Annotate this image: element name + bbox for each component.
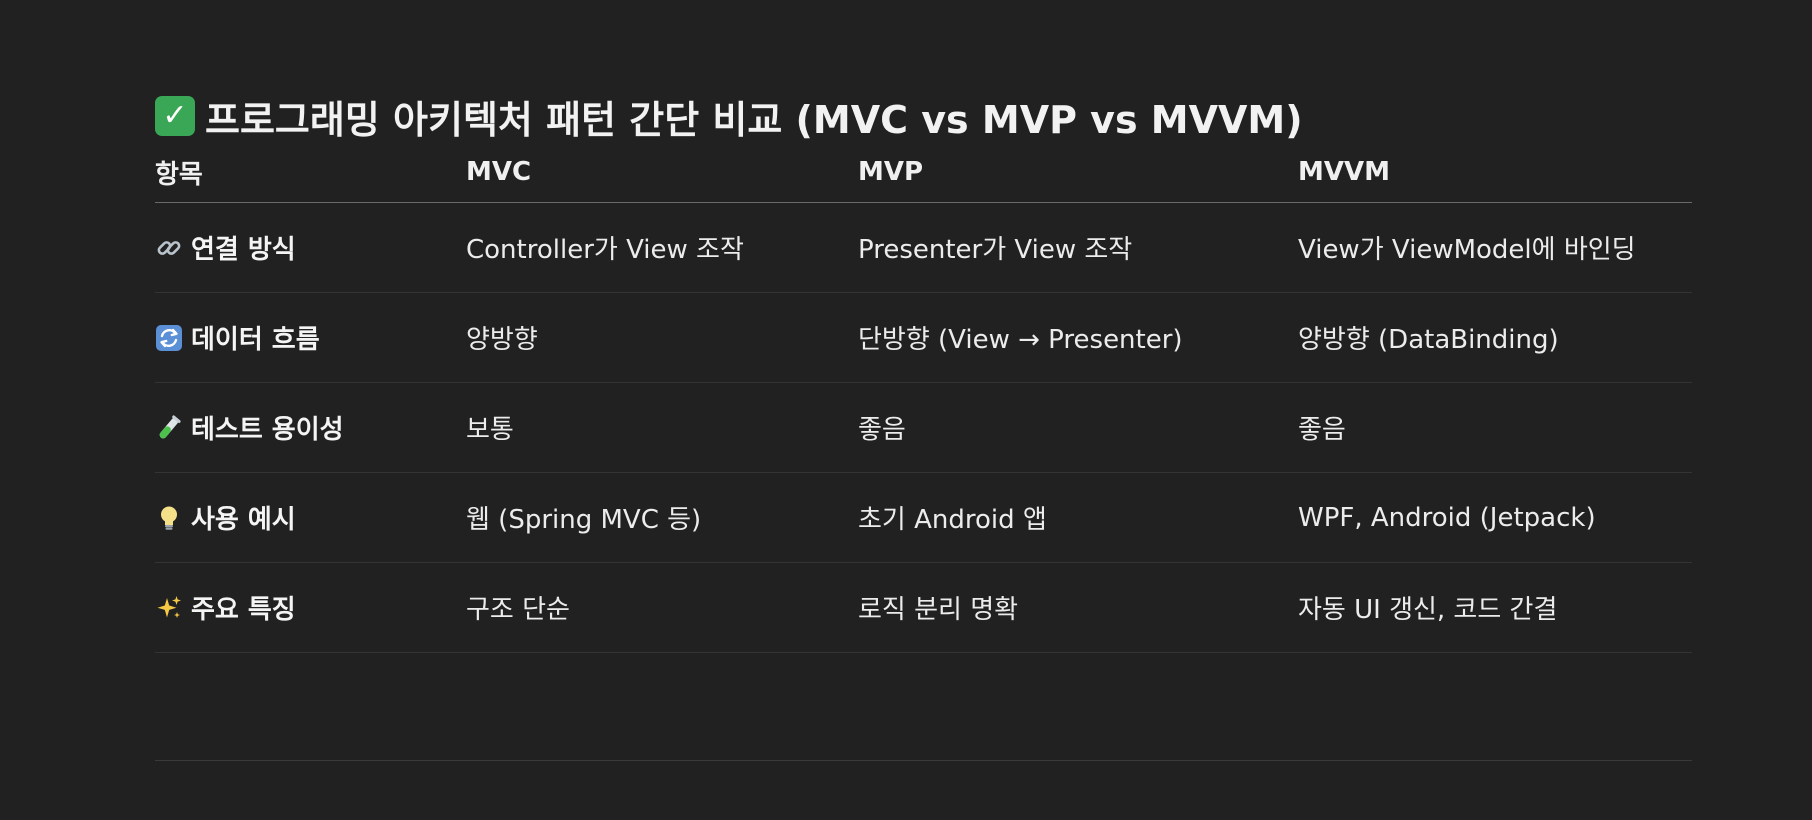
table-row: 사용 예시 웹 (Spring MVC 등) 초기 Android 앱 WPF,… (155, 472, 1692, 563)
row-label: 테스트 용이성 (191, 415, 344, 445)
sparkles-icon (157, 596, 181, 618)
header-mvc: MVC (466, 142, 858, 203)
row-label-cell: 사용 예시 (155, 472, 466, 563)
cell-mvvm: View가 ViewModel에 바인딩 (1298, 202, 1692, 293)
test-tube-icon (159, 415, 181, 439)
page-title-text: 프로그래밍 아키텍처 패턴 간단 비교 (MVC vs MVP vs MVVM) (205, 97, 1303, 142)
row-label-cell: 주요 특징 (155, 562, 466, 653)
cell-mvp: 초기 Android 앱 (858, 472, 1298, 563)
table-row: 테스트 용이성 보통 좋음 좋음 (155, 382, 1692, 473)
cell-mvc: 보통 (466, 382, 858, 473)
cell-mvp: 단방향 (View → Presenter) (858, 292, 1298, 383)
comparison-table: 항목 MVC MVP MVVM 연결 방식 Controller가 View 조… (155, 142, 1692, 653)
row-label: 데이터 흐름 (191, 325, 320, 355)
check-mark-button-icon: ✓ (155, 96, 195, 137)
table-header-row: 항목 MVC MVP MVVM (155, 142, 1692, 203)
cell-mvc: 웹 (Spring MVC 등) (466, 472, 858, 563)
header-mvp: MVP (858, 142, 1298, 203)
cell-mvp: Presenter가 View 조작 (858, 202, 1298, 293)
row-label-cell: 연결 방식 (155, 202, 466, 293)
cell-mvp: 로직 분리 명확 (858, 562, 1298, 653)
cell-mvp: 좋음 (858, 382, 1298, 473)
cell-mvc: Controller가 View 조작 (466, 202, 858, 293)
row-label-cell: 테스트 용이성 (155, 382, 466, 473)
page-title: ✓ 프로그래밍 아키텍처 패턴 간단 비교 (MVC vs MVP vs MVV… (155, 91, 1303, 142)
cell-mvvm: 양방향 (DataBinding) (1298, 292, 1692, 383)
cell-mvvm: WPF, Android (Jetpack) (1298, 472, 1692, 563)
table-row: 연결 방식 Controller가 View 조작 Presenter가 Vie… (155, 202, 1692, 293)
link-icon (157, 241, 181, 255)
row-label: 주요 특징 (191, 595, 296, 625)
cell-mvc: 양방향 (466, 292, 858, 383)
light-bulb-icon (161, 506, 177, 530)
cell-mvvm: 좋음 (1298, 382, 1692, 473)
bottom-divider (155, 760, 1692, 761)
table-row: 데이터 흐름 양방향 단방향 (View → Presenter) 양방향 (D… (155, 292, 1692, 383)
cycle-arrows-icon (156, 325, 182, 351)
row-label: 사용 예시 (191, 505, 296, 535)
row-label: 연결 방식 (191, 235, 296, 265)
cell-mvc: 구조 단순 (466, 562, 858, 653)
header-item: 항목 (155, 142, 466, 203)
header-mvvm: MVVM (1298, 142, 1692, 203)
cell-mvvm: 자동 UI 갱신, 코드 간결 (1298, 562, 1692, 653)
table-row: 주요 특징 구조 단순 로직 분리 명확 자동 UI 갱신, 코드 간결 (155, 562, 1692, 653)
row-label-cell: 데이터 흐름 (155, 292, 466, 383)
